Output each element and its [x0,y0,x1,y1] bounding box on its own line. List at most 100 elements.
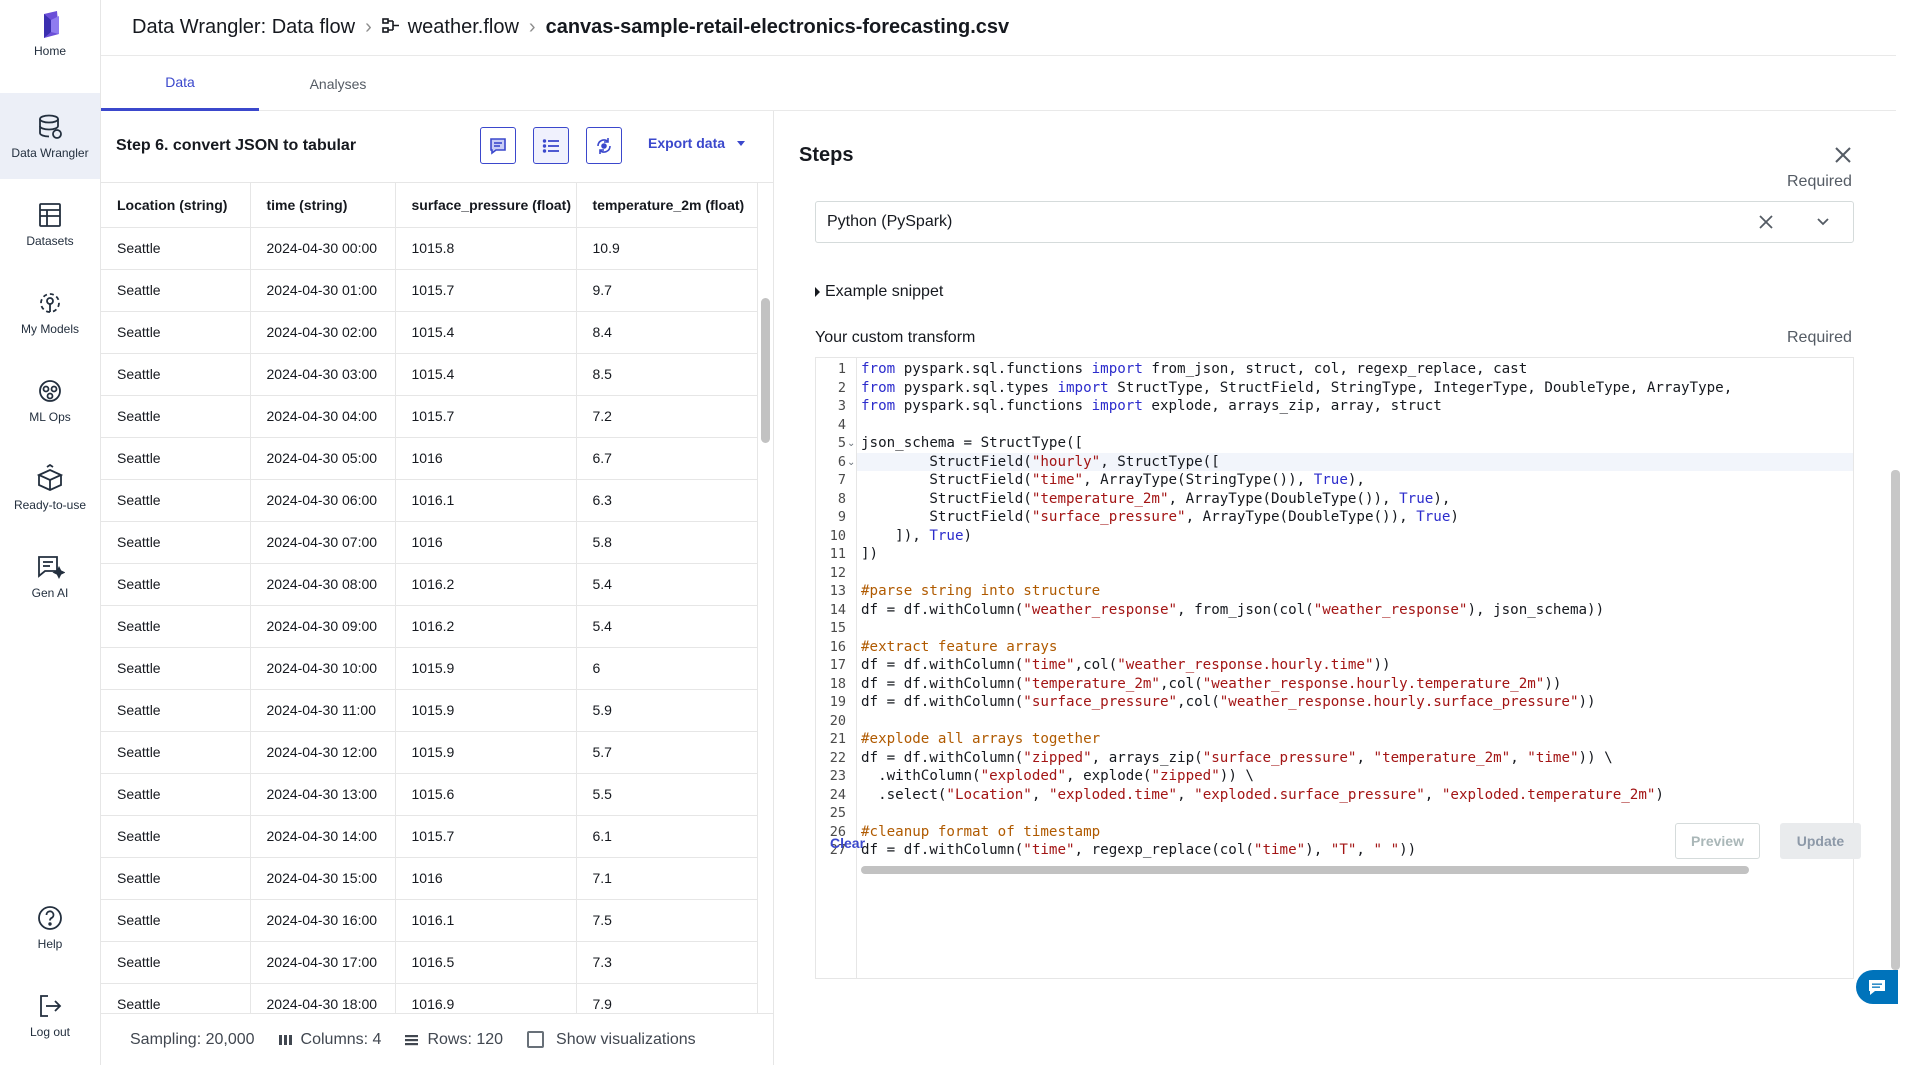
line-number: 5 [837,435,846,451]
table-cell: 2024-04-30 10:00 [250,647,396,690]
update-button[interactable]: Update [1780,823,1861,859]
comment-button[interactable] [480,127,516,164]
code-line: from pyspark.sql.types import StructType… [861,379,1733,396]
table-cell: 1016.9 [395,983,577,1013]
table-cell: 2024-04-30 09:00 [250,605,396,648]
sampling-info: Sampling: 20,000 [130,1030,255,1048]
breadcrumb-data-flow[interactable]: Data Wrangler: Data flow [132,16,355,39]
table-row: Seattle 2024-04-30 12:00 1015.9 5.7 [101,731,758,774]
breadcrumb-flow-label: weather.flow [407,16,519,38]
line-number: 19 [829,694,846,710]
table-cell: 5.9 [576,689,758,732]
line-number: 13 [829,583,846,599]
tab-bar: Data Analyses [101,56,1896,111]
nav-gen-ai[interactable]: Gen AI [0,552,100,602]
table-cell: 8.4 [576,311,758,354]
steps-panel: Steps Required Python (PySpark) Example … [775,111,1889,1065]
chevron-right-icon: › [528,16,536,38]
table-cell: 1015.6 [395,773,577,816]
line-number: 6 [837,453,846,470]
table-cell: 1015.9 [395,731,577,774]
table-cell: 2024-04-30 18:00 [250,983,396,1013]
nav-data-wrangler[interactable]: Data Wrangler [0,93,100,179]
page-scrollbar[interactable] [1891,470,1900,970]
nav-help[interactable]: Help [0,903,100,953]
data-table-wrapper: Location (string) time (string) surface_… [101,182,774,1013]
show-visualizations-checkbox[interactable] [527,1031,545,1048]
code-line: df = df.withColumn("time", regexp_replac… [861,842,1417,858]
breadcrumb-flow-file[interactable]: weather.flow [381,16,519,39]
table-row: Seattle 2024-04-30 13:00 1015.6 5.5 [101,773,758,816]
table-cell: 7.3 [576,941,758,984]
show-visualizations-toggle[interactable]: Show visualizations [527,1031,696,1049]
nav-my-models[interactable]: My Models [0,288,100,338]
tab-analyses[interactable]: Analyses [259,56,417,111]
column-header[interactable]: surface_pressure (float) [395,183,577,228]
line-number: 9 [837,509,846,525]
table-scrollbar[interactable] [761,298,770,443]
preview-button[interactable]: Preview [1675,823,1760,859]
table-row: Seattle 2024-04-30 16:00 1016.1 7.5 [101,899,758,942]
table-cell: 1016.1 [395,899,577,942]
refresh-insights-icon [597,137,611,154]
table-cell: 2024-04-30 04:00 [250,395,396,438]
clear-button[interactable]: Clear [830,835,865,851]
transform-language-select[interactable]: Python (PySpark) [815,201,1854,243]
code-line: df = df.withColumn("weather_response", f… [861,601,1605,618]
fold-chevron-icon[interactable]: ⌄ [847,457,855,468]
code-line: .withColumn("exploded", explode("zipped"… [861,768,1254,784]
export-data-button[interactable]: Export data [648,135,746,151]
chevron-down-icon[interactable] [1816,216,1830,228]
nav-ready-to-use[interactable]: Ready-to-use [0,464,100,514]
code-line: StructField("hourly", StructType([ [861,453,1220,470]
line-number: 14 [829,601,846,618]
insights-button[interactable] [586,127,622,164]
nav-label: Data Wrangler [11,146,89,160]
table-cell: Seattle [101,605,251,648]
line-number: 15 [829,620,846,636]
code-line: #cleanup format of timestamp [861,823,1101,840]
comment-icon [490,137,506,155]
table-cell: Seattle [101,353,251,396]
code-line: StructField("temperature_2m", ArrayType(… [861,490,1451,507]
custom-transform-label: Your custom transform [815,329,976,346]
table-cell: 1015.7 [395,269,577,312]
chat-icon [1869,980,1885,995]
chat-button[interactable] [1856,970,1898,1004]
table-cell: Seattle [101,731,251,774]
column-header[interactable]: temperature_2m (float) [576,183,758,228]
nav-home[interactable]: Home [0,10,100,68]
nav-ml-ops[interactable]: ML Ops [0,376,100,426]
line-number: 8 [837,490,846,507]
column-header[interactable]: time (string) [250,183,396,228]
nav-log-out[interactable]: Log out [0,991,100,1041]
table-cell: 1016.5 [395,941,577,984]
tab-data[interactable]: Data [101,56,259,111]
code-line: df = df.withColumn("temperature_2m",col(… [861,675,1562,692]
select-value: Python (PySpark) [827,213,953,230]
editor-horizontal-scrollbar[interactable] [861,866,1749,874]
close-icon[interactable] [1833,145,1853,165]
column-header[interactable]: Location (string) [101,183,251,228]
clear-selection-icon[interactable] [1758,214,1774,230]
code-line: ]) [861,546,879,562]
list-view-button[interactable] [533,127,569,164]
columns-count: Columns: 4 [300,1030,382,1048]
nav-label: ML Ops [29,410,71,424]
line-number: 16 [829,638,846,655]
table-footer: Sampling: 20,000 Columns: 4 Rows: 120 Sh… [101,1013,774,1065]
table-cell: 2024-04-30 15:00 [250,857,396,900]
table-row: Seattle 2024-04-30 11:00 1015.9 5.9 [101,689,758,732]
fold-chevron-icon[interactable]: ⌄ [847,438,855,449]
example-snippet-toggle[interactable]: Example snippet [815,283,943,301]
line-number: 2 [837,379,846,396]
nav-datasets[interactable]: Datasets [0,200,100,250]
table-cell: 1015.9 [395,647,577,690]
code-editor[interactable]: 1 2 3 4 5 ⌄ 6 ⌄ 7 8 9 10 11 12 13 14 15 16 17 18 19 20 21 22 23 2… [815,357,1854,979]
table-cell: Seattle [101,941,251,984]
table-cell: 1016 [395,437,577,480]
code-line: df = df.withColumn("zipped", arrays_zip(… [861,749,1613,766]
table-cell: 5.4 [576,605,758,648]
code-area[interactable]: from pyspark.sql.functions import from_j… [856,358,1853,978]
line-number: 4 [837,416,846,433]
